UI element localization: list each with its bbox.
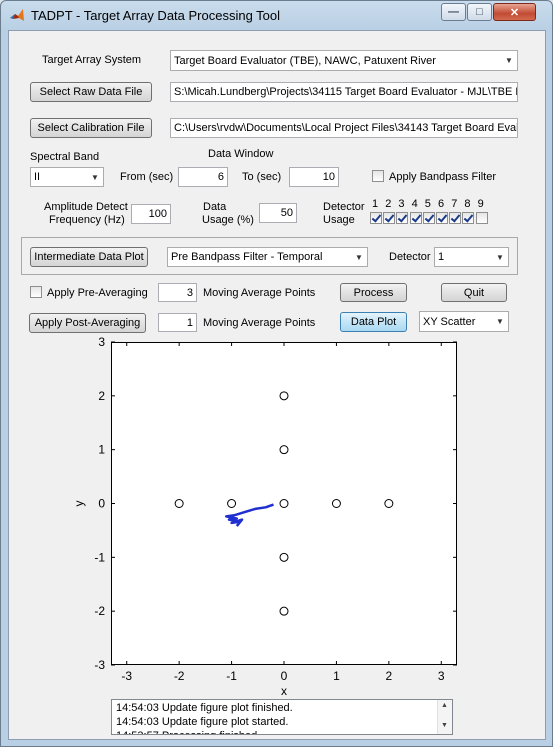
scatter-point [279,445,289,455]
scroll-down-icon[interactable]: ▼ [441,722,448,729]
x-axis-label: x [281,684,287,698]
scroll-up-icon[interactable]: ▲ [441,702,448,709]
scatter-point [279,606,289,616]
y-tick-label: 1 [98,443,105,457]
y-tick-label: 2 [98,389,105,403]
app-window: TADPT - Target Array Data Processing Too… [0,0,553,747]
log-line: 14:54:03 Update figure plot finished. [116,702,293,714]
scatter-point [331,499,341,508]
x-tick-label: 2 [386,669,393,683]
log-line: 14:53:57 Processing finished. [116,730,260,734]
scatter-point [279,391,289,401]
scatter-point [279,552,289,562]
y-tick-label: -1 [94,550,105,564]
trajectory-line [225,503,274,527]
log-line: 14:54:03 Update figure plot started. [116,716,289,728]
y-tick-label: -3 [94,658,105,672]
xy-scatter-chart: -3 -2 -1 0 1 2 3 -3 -2 -1 0 1 2 3 x y [72,335,457,698]
x-tick-label: -3 [121,669,132,683]
y-tick-label: 3 [98,335,105,349]
x-tick-label: -1 [226,669,237,683]
x-tick-label: 3 [438,669,445,683]
x-tick-label: 1 [333,669,340,683]
y-tick-label: 0 [98,497,105,511]
x-tick-label: 0 [281,669,288,683]
x-tick-label: -2 [174,669,185,683]
scatter-point [279,499,289,508]
status-log[interactable]: 14:54:03 Update figure plot finished. 14:… [111,699,453,735]
log-scrollbar[interactable]: ▲ ▼ [437,700,452,734]
scatter-point [174,499,184,508]
scatter-point [384,499,394,508]
y-axis-label: y [72,501,86,507]
y-tick-label: -2 [94,604,105,618]
scatter-point [227,499,237,508]
